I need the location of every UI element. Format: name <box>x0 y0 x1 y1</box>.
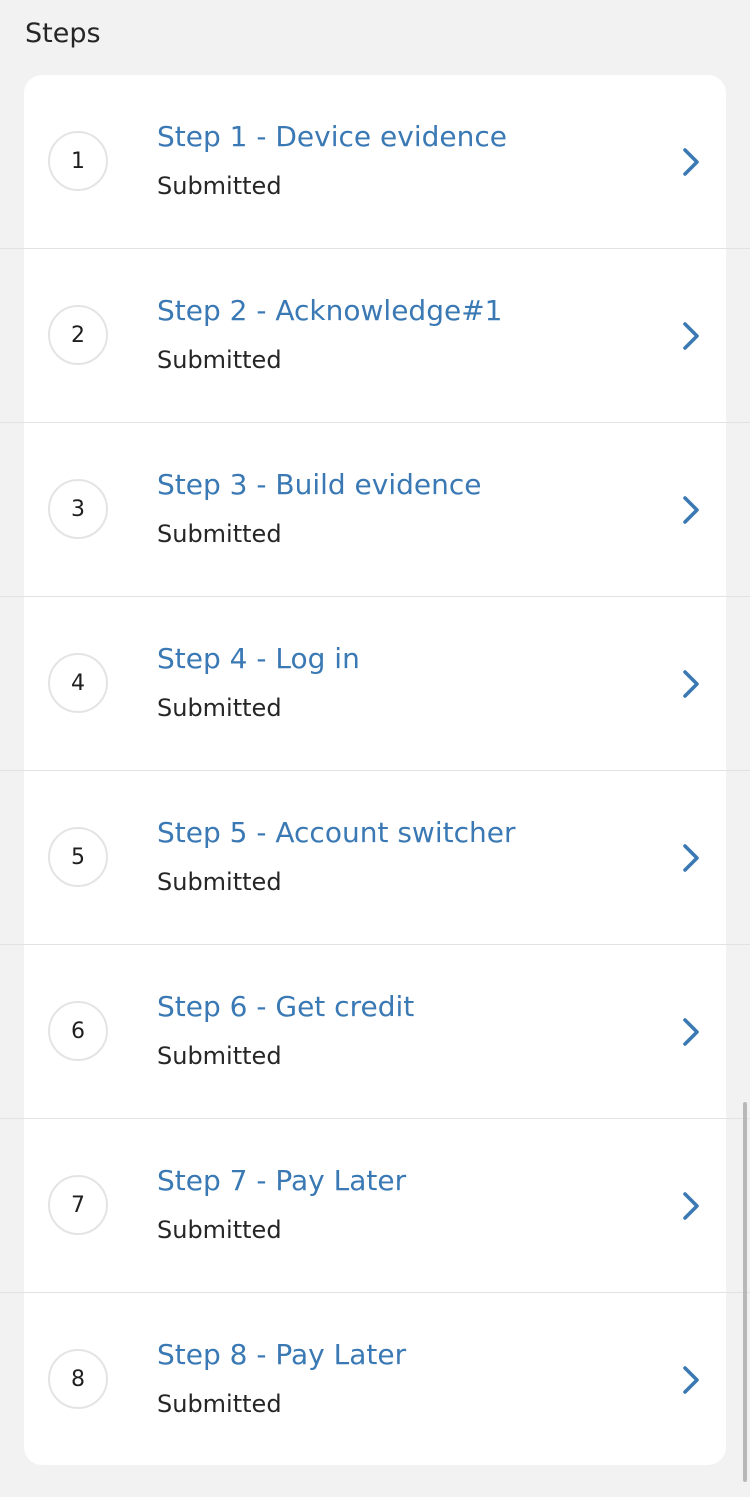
section-title: Steps <box>25 18 101 49</box>
step-number-badge: 2 <box>48 305 108 365</box>
step-title: Step 3 - Build evidence <box>157 468 482 501</box>
steps-page: Steps 1 Step 1 - Device evidence Submitt… <box>0 0 750 1497</box>
scrollbar[interactable] <box>740 1088 750 1497</box>
step-row[interactable]: 7 Step 7 - Pay Later Submitted <box>0 1118 750 1292</box>
step-status: Submitted <box>157 1216 282 1244</box>
step-number-badge: 6 <box>48 1001 108 1061</box>
chevron-right-icon <box>683 670 699 698</box>
scrollbar-thumb[interactable] <box>743 1102 747 1482</box>
step-number-badge: 7 <box>48 1175 108 1235</box>
step-title: Step 7 - Pay Later <box>157 1164 407 1197</box>
step-title: Step 1 - Device evidence <box>157 120 507 153</box>
step-row[interactable]: 6 Step 6 - Get credit Submitted <box>0 944 750 1118</box>
step-row[interactable]: 2 Step 2 - Acknowledge#1 Submitted <box>0 248 750 422</box>
step-number-badge: 4 <box>48 653 108 713</box>
step-row[interactable]: 1 Step 1 - Device evidence Submitted <box>0 75 750 248</box>
step-row[interactable]: 5 Step 5 - Account switcher Submitted <box>0 770 750 944</box>
step-status: Submitted <box>157 868 282 896</box>
chevron-right-icon <box>683 322 699 350</box>
step-status: Submitted <box>157 520 282 548</box>
step-row[interactable]: 3 Step 3 - Build evidence Submitted <box>0 422 750 596</box>
step-title: Step 4 - Log in <box>157 642 360 675</box>
step-status: Submitted <box>157 1042 282 1070</box>
step-row[interactable]: 4 Step 4 - Log in Submitted <box>0 596 750 770</box>
step-list: 1 Step 1 - Device evidence Submitted 2 S… <box>0 75 750 1466</box>
step-status: Submitted <box>157 694 282 722</box>
chevron-right-icon <box>683 1018 699 1046</box>
step-title: Step 6 - Get credit <box>157 990 415 1023</box>
step-row[interactable]: 8 Step 8 - Pay Later Submitted <box>0 1292 750 1466</box>
chevron-right-icon <box>683 1366 699 1394</box>
step-number-badge: 8 <box>48 1349 108 1409</box>
step-number-badge: 1 <box>48 131 108 191</box>
step-title: Step 2 - Acknowledge#1 <box>157 294 503 327</box>
step-status: Submitted <box>157 1390 282 1418</box>
step-status: Submitted <box>157 346 282 374</box>
chevron-right-icon <box>683 1192 699 1220</box>
step-number-badge: 3 <box>48 479 108 539</box>
step-title: Step 5 - Account switcher <box>157 816 516 849</box>
chevron-right-icon <box>683 844 699 872</box>
chevron-right-icon <box>683 496 699 524</box>
step-title: Step 8 - Pay Later <box>157 1338 407 1371</box>
step-status: Submitted <box>157 172 282 200</box>
chevron-right-icon <box>683 148 699 176</box>
step-number-badge: 5 <box>48 827 108 887</box>
